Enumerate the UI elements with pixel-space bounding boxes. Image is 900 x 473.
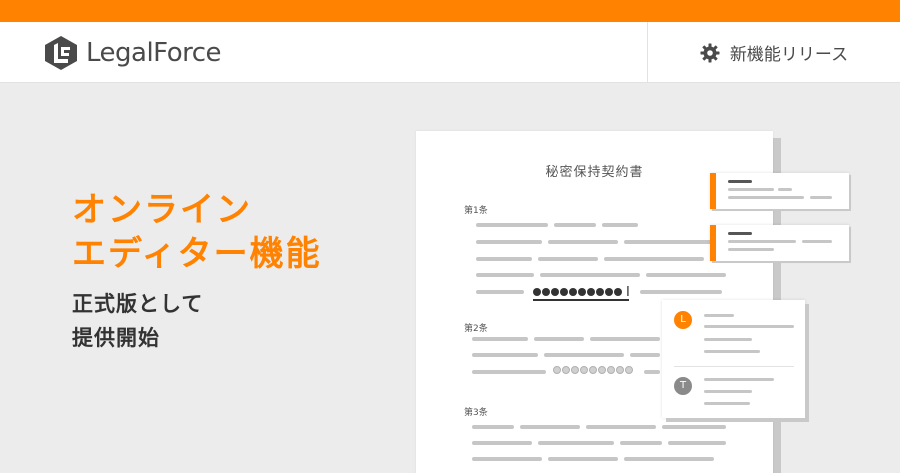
top-accent-bar bbox=[0, 0, 900, 22]
article-heading-2: 第2条 bbox=[464, 324, 488, 334]
header: LegalForce 新機能リリース bbox=[0, 22, 900, 83]
card-text-line bbox=[728, 188, 774, 191]
card-accent bbox=[710, 173, 716, 209]
new-release-button[interactable]: 新機能リリース bbox=[648, 22, 900, 83]
comment-line bbox=[704, 390, 752, 393]
hero-title-line-2: エディター機能 bbox=[72, 234, 322, 274]
avatar: T bbox=[674, 377, 692, 395]
comment-line bbox=[704, 350, 760, 353]
card-text-line bbox=[728, 248, 774, 251]
comment-line bbox=[704, 338, 752, 341]
text-line bbox=[604, 257, 704, 261]
card-text-line bbox=[810, 196, 832, 199]
logo[interactable]: LegalForce bbox=[44, 34, 222, 72]
text-line bbox=[644, 370, 660, 374]
text-line bbox=[538, 441, 614, 445]
text-line bbox=[640, 290, 722, 294]
text-line bbox=[620, 441, 662, 445]
hero-title: オンライン エディター機能 bbox=[72, 188, 322, 276]
text-line bbox=[602, 223, 638, 227]
text-line bbox=[586, 425, 656, 429]
text-line bbox=[472, 337, 528, 341]
avatar: L bbox=[674, 311, 692, 329]
brand-name: LegalForce bbox=[86, 38, 222, 68]
article-heading-3: 第3条 bbox=[464, 408, 488, 418]
release-label: 新機能リリース bbox=[729, 45, 849, 65]
text-line bbox=[624, 457, 714, 461]
edited-text-selection[interactable] bbox=[533, 288, 623, 296]
text-line bbox=[544, 353, 624, 357]
text-line bbox=[520, 425, 580, 429]
hero-subtitle-line-1: 正式版として bbox=[72, 292, 204, 316]
card-text-line bbox=[802, 240, 832, 243]
deleted-text-marker[interactable] bbox=[553, 366, 634, 374]
text-line bbox=[476, 273, 534, 277]
text-line bbox=[662, 425, 726, 429]
text-line bbox=[472, 370, 546, 374]
gear-icon bbox=[700, 43, 720, 62]
hero-title-line-1: オンライン bbox=[72, 190, 252, 230]
card-text-line bbox=[728, 240, 796, 243]
text-line bbox=[548, 240, 618, 244]
text-cursor: I bbox=[626, 285, 630, 300]
comment-panel[interactable]: L T bbox=[662, 300, 805, 418]
text-line bbox=[476, 290, 524, 294]
text-line bbox=[540, 273, 640, 277]
text-line bbox=[472, 441, 532, 445]
text-line bbox=[476, 223, 548, 227]
card-accent bbox=[710, 225, 716, 261]
card-heading-line bbox=[728, 232, 752, 235]
review-card-1[interactable] bbox=[710, 173, 849, 209]
card-text-line bbox=[728, 196, 804, 199]
article-heading-1: 第1条 bbox=[464, 206, 488, 216]
text-line bbox=[590, 337, 660, 341]
card-heading-line bbox=[728, 180, 752, 183]
comment-line bbox=[704, 314, 734, 317]
text-line bbox=[476, 240, 542, 244]
text-line bbox=[534, 337, 584, 341]
comment-line bbox=[704, 378, 774, 381]
text-line bbox=[472, 425, 514, 429]
comment-divider bbox=[674, 366, 794, 367]
comment-line bbox=[704, 402, 750, 405]
review-card-2[interactable] bbox=[710, 225, 849, 261]
legalforce-logo-icon bbox=[45, 36, 77, 70]
text-line bbox=[554, 223, 596, 227]
card-text-line bbox=[778, 188, 792, 191]
text-line bbox=[538, 257, 598, 261]
text-line bbox=[630, 353, 660, 357]
hero-subtitle: 正式版として 提供開始 bbox=[72, 287, 203, 355]
text-line bbox=[476, 257, 532, 261]
text-line bbox=[646, 273, 726, 277]
comment-line bbox=[704, 325, 794, 328]
text-line bbox=[668, 441, 726, 445]
text-line bbox=[624, 240, 714, 244]
hero-subtitle-line-2: 提供開始 bbox=[72, 326, 160, 350]
text-line bbox=[472, 457, 542, 461]
text-line bbox=[472, 353, 538, 357]
text-line bbox=[548, 457, 618, 461]
edit-underline bbox=[533, 299, 629, 301]
